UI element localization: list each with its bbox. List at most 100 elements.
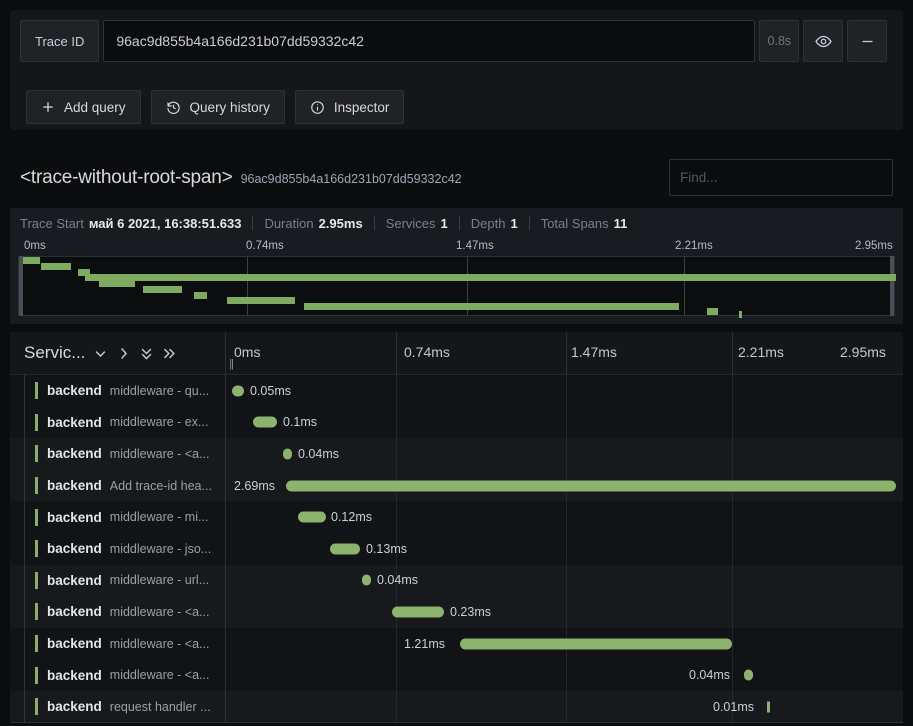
trace-minimap[interactable]: 0ms 0.74ms 1.47ms 2.21ms 2.95ms (10, 238, 903, 324)
chevron-down-icon[interactable] (93, 346, 108, 361)
minimap-canvas[interactable] (18, 256, 896, 318)
span-bar-cell[interactable]: 0.23ms (226, 596, 903, 628)
service-color-accent (35, 666, 38, 684)
span-bar-cell[interactable]: 0.13ms (226, 532, 903, 565)
timeline-header: Servic... || 0ms 0.74ms 1.47ms 2.21ms 2.… (10, 332, 903, 375)
timeline-gridline (732, 596, 733, 628)
table-row[interactable]: backend middleware - <a... 0.04ms (10, 438, 903, 470)
table-row[interactable]: backend middleware - mi... 0.12ms (10, 501, 903, 533)
timeline-gridline (396, 627, 397, 660)
minimap-tick: 0.74ms (246, 240, 284, 252)
table-row[interactable]: backend middleware - ex... 0.1ms (10, 406, 903, 439)
minimap-tick: 2.95ms (855, 240, 893, 252)
query-history-button[interactable]: Query history (150, 90, 285, 124)
timeline-tick: 0.74ms (404, 344, 450, 360)
operation-name: middleware - jso... (109, 541, 212, 556)
span-name-cell[interactable]: backend middleware - url... (10, 564, 226, 597)
minimap-bar (227, 297, 295, 304)
span-bar-cell[interactable]: 0.1ms (226, 406, 903, 439)
service-name: backend (47, 699, 102, 715)
depth-rail (24, 596, 25, 628)
timeline-gridline (566, 532, 567, 565)
eye-icon[interactable] (803, 20, 844, 62)
minimap-bar (41, 263, 71, 270)
meta-label: Duration (264, 215, 314, 231)
table-row[interactable]: backend middleware - qu... 0.05ms (10, 375, 903, 407)
service-color-accent (35, 382, 38, 400)
span-name-cell[interactable]: backend middleware - mi... (10, 501, 226, 533)
divider (458, 216, 460, 230)
timeline-gridline (732, 406, 733, 439)
meta-services: Services 1 (386, 216, 448, 231)
span-bar-cell[interactable]: 0.04ms (226, 564, 903, 597)
service-color-accent (35, 540, 38, 558)
double-chevron-down-icon[interactable] (139, 346, 154, 361)
service-name: backend (47, 541, 102, 557)
meta-value: 1 (440, 215, 448, 231)
depth-rail (24, 501, 25, 533)
timeline-gridline (396, 332, 397, 374)
timeline-gridline (566, 406, 567, 439)
span-name-cell[interactable]: backend middleware - ex... (10, 406, 226, 439)
add-query-label: Add query (64, 99, 126, 115)
minimap-drag-handle-right[interactable] (890, 256, 894, 316)
span-name-cell[interactable]: backend middleware - <a... (10, 627, 226, 660)
table-row[interactable]: backend middleware - url... 0.04ms (10, 564, 903, 597)
service-color-accent (35, 477, 38, 495)
inspector-button[interactable]: Inspector (294, 90, 405, 124)
span-name-cell[interactable]: backend middleware - qu... (10, 375, 226, 407)
span-rows[interactable]: backend middleware - qu... 0.05ms backen… (10, 375, 903, 723)
service-color-accent (35, 508, 38, 526)
query-elapsed-time: 0.8s (759, 20, 800, 62)
span-name-cell[interactable]: backend request handler ... (10, 690, 226, 723)
span-bar-cell[interactable]: 1.21ms (226, 627, 903, 660)
meta-label: Depth (470, 215, 506, 231)
span-bar-cell[interactable]: 0.04ms (226, 438, 903, 470)
operation-name: request handler ... (109, 699, 211, 714)
service-name: backend (47, 383, 102, 399)
table-row[interactable]: backend middleware - <a... 0.04ms (10, 659, 903, 691)
table-row[interactable]: backend middleware - <a... 1.21ms (10, 627, 903, 660)
operation-name: middleware - <a... (109, 668, 210, 683)
query-row: Trace ID 0.8s (20, 20, 888, 62)
span-bar-cell[interactable]: 0.12ms (226, 501, 903, 533)
operation-name: Add trace-id hea... (109, 478, 212, 493)
minimap-bar (85, 274, 896, 281)
chevron-right-icon[interactable] (116, 346, 131, 361)
query-toolbar: Add query Query history Inspector (26, 90, 405, 124)
minimap-drag-handle-left[interactable] (19, 256, 23, 316)
service-name: backend (47, 478, 102, 494)
find-input[interactable] (669, 159, 893, 196)
span-name-cell[interactable]: backend Add trace-id hea... (10, 469, 226, 502)
span-bar-cell[interactable]: 0.01ms (226, 690, 903, 723)
span-name-cell[interactable]: backend middleware - jso... (10, 532, 226, 565)
depth-rail (24, 564, 25, 597)
table-row[interactable]: backend middleware - <a... 0.23ms (10, 596, 903, 628)
trace-id-input[interactable] (103, 20, 756, 62)
depth-rail (24, 627, 25, 660)
minus-icon[interactable] (847, 20, 888, 62)
depth-rail (24, 406, 25, 439)
service-color-accent (35, 413, 38, 431)
table-row[interactable]: backend request handler ... 0.01ms (10, 690, 903, 723)
meta-value: май 6 2021, 16:38:51.633 (88, 215, 242, 231)
span-bar-cell[interactable]: 2.69ms (226, 469, 903, 502)
minimap-ticks: 0ms 0.74ms 1.47ms 2.21ms 2.95ms (10, 238, 903, 256)
minimap-bar (143, 286, 182, 293)
span-name-cell[interactable]: backend middleware - <a... (10, 438, 226, 470)
table-row[interactable]: backend middleware - jso... 0.13ms (10, 532, 903, 565)
service-color-accent (35, 603, 38, 621)
service-name: backend (47, 667, 102, 683)
span-name-cell[interactable]: backend middleware - <a... (10, 596, 226, 628)
span-bar-cell[interactable]: 0.04ms (226, 659, 903, 691)
timeline-gridline (566, 690, 567, 723)
span-name-cell[interactable]: backend middleware - <a... (10, 659, 226, 691)
inspector-label: Inspector (333, 99, 390, 115)
minimap-tick: 1.47ms (456, 240, 494, 252)
add-query-button[interactable]: Add query (26, 90, 141, 124)
table-row[interactable]: backend Add trace-id hea... 2.69ms (10, 469, 903, 502)
timeline-tick: 2.21ms (738, 344, 784, 360)
span-duration: 0.04ms (298, 446, 339, 461)
span-bar-cell[interactable]: 0.05ms (226, 375, 903, 407)
double-chevron-right-icon[interactable] (162, 346, 177, 361)
